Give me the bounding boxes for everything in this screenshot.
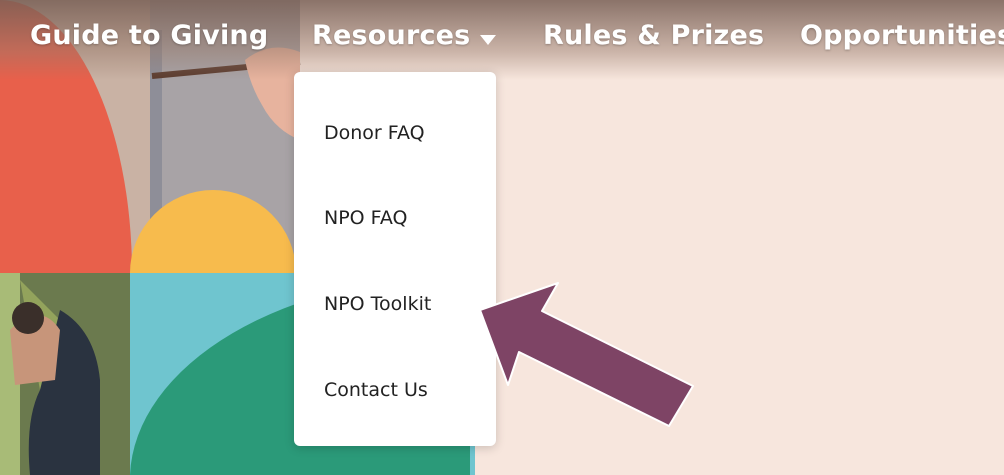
menu-item-donor-faq[interactable]: Donor FAQ	[324, 122, 425, 144]
nav-item-opportunities[interactable]: Opportunities	[800, 20, 1004, 51]
menu-item-npo-faq[interactable]: NPO FAQ	[324, 207, 407, 229]
nav-item-resources[interactable]: Resources	[312, 20, 497, 52]
annotation-arrow-icon	[479, 282, 694, 427]
resources-dropdown-menu: Donor FAQ NPO FAQ NPO Toolkit Contact Us	[294, 72, 496, 446]
nav-item-resources-label: Resources	[312, 20, 471, 51]
caret-down-icon	[480, 21, 497, 52]
page-frame: Guide to Giving Resources Rules & Prizes…	[0, 0, 1004, 475]
nav-item-rules-prizes[interactable]: Rules & Prizes	[543, 20, 764, 51]
nav-item-guide-to-giving[interactable]: Guide to Giving	[30, 20, 268, 51]
menu-item-contact-us[interactable]: Contact Us	[324, 379, 428, 401]
menu-item-npo-toolkit[interactable]: NPO Toolkit	[324, 293, 431, 315]
main-nav: Guide to Giving Resources Rules & Prizes…	[0, 0, 1004, 80]
